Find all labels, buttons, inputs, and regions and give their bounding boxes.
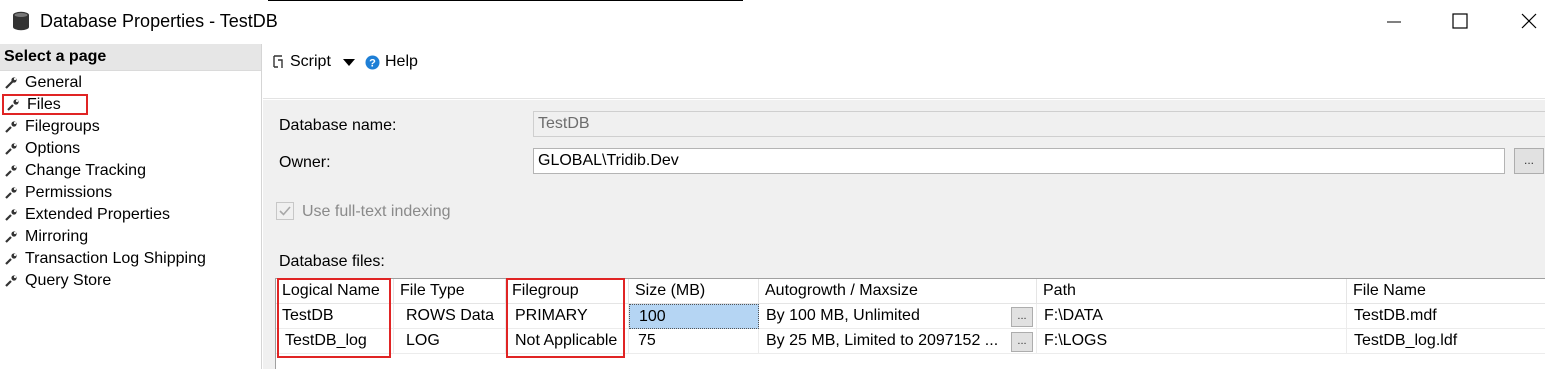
owner-label: Owner:	[279, 154, 331, 171]
page-item-general[interactable]: General	[4, 72, 82, 93]
page-item-label: Options	[25, 139, 81, 157]
page-item-change-tracking[interactable]: Change Tracking	[4, 160, 146, 181]
wrench-icon	[5, 230, 17, 243]
title-bar: Database Properties - TestDB	[0, 0, 1545, 42]
database-files-grid: Logical Name File Type Filegroup Size (M…	[275, 278, 1545, 369]
cell-path[interactable]: F:\LOGS	[1037, 329, 1347, 354]
page-item-extended-properties[interactable]: Extended Properties	[4, 204, 170, 225]
page-selector-pane: Select a page General Files Filegroups O…	[0, 44, 262, 369]
autogrowth-button[interactable]: ...	[1011, 332, 1033, 352]
wrench-icon	[7, 98, 19, 111]
wrench-icon	[5, 120, 17, 133]
highlight-box-filegroup	[506, 278, 625, 358]
page-item-label: Transaction Log Shipping	[25, 249, 206, 267]
page-item-permissions[interactable]: Permissions	[4, 182, 112, 203]
column-header-file-type[interactable]: File Type	[394, 279, 506, 304]
column-header-path[interactable]: Path	[1037, 279, 1347, 304]
page-item-label: Files	[27, 95, 61, 113]
help-label: Help	[385, 53, 418, 70]
page-selector-header: Select a page	[0, 44, 261, 71]
help-button[interactable]: ? Help	[365, 53, 418, 71]
window-title: Database Properties - TestDB	[40, 11, 278, 31]
wrench-icon	[5, 186, 17, 199]
database-name-label: Database name:	[279, 117, 397, 134]
script-icon	[273, 55, 283, 68]
chevron-down-icon[interactable]	[343, 59, 355, 67]
highlight-box-logical-name	[277, 278, 391, 358]
wrench-icon	[5, 76, 17, 89]
page-item-label: Mirroring	[25, 227, 89, 245]
page-item-query-store[interactable]: Query Store	[4, 270, 111, 291]
maximize-icon[interactable]	[1446, 8, 1474, 34]
wrench-icon	[5, 142, 17, 155]
wrench-icon	[5, 252, 17, 265]
cell-autogrowth: By 100 MB, Unlimited	[759, 304, 1037, 329]
cell-path[interactable]: F:\DATA	[1037, 304, 1347, 329]
cell-size[interactable]: 100	[629, 304, 759, 329]
database-files-label: Database files:	[279, 253, 385, 270]
page-item-label: Permissions	[25, 183, 113, 201]
fulltext-checkbox[interactable]	[276, 202, 294, 220]
help-icon: ?	[365, 55, 380, 69]
cell-file-type[interactable]: ROWS Data	[394, 304, 506, 329]
script-button[interactable]: Script	[271, 53, 331, 71]
page-item-label: Change Tracking	[25, 161, 146, 179]
close-icon[interactable]	[1515, 8, 1543, 34]
column-header-autogrowth[interactable]: Autogrowth / Maxsize	[759, 279, 1037, 304]
page-item-options[interactable]: Options	[4, 138, 80, 159]
wrench-icon	[5, 274, 17, 287]
column-header-file-name[interactable]: File Name	[1347, 279, 1545, 304]
checkmark-icon	[279, 206, 291, 216]
column-header-size[interactable]: Size (MB)	[629, 279, 759, 304]
svg-text:?: ?	[369, 57, 376, 69]
cell-autogrowth: By 25 MB, Limited to 2097152 ...	[759, 329, 1037, 354]
page-item-label: Filegroups	[25, 117, 100, 135]
page-selector-title: Select a page	[4, 48, 107, 65]
fulltext-label: Use full-text indexing	[302, 203, 451, 220]
top-divider	[268, 0, 743, 1]
page-item-label: Extended Properties	[25, 205, 170, 223]
minimize-icon[interactable]	[1380, 8, 1408, 34]
wrench-icon	[5, 164, 17, 177]
page-item-filegroups[interactable]: Filegroups	[4, 116, 100, 137]
autogrowth-button[interactable]: ...	[1011, 307, 1033, 327]
cell-file-name[interactable]: TestDB.mdf	[1347, 304, 1545, 329]
page-item-label: General	[25, 73, 82, 91]
page-item-mirroring[interactable]: Mirroring	[4, 226, 88, 247]
database-name-field: TestDB	[533, 111, 1545, 137]
script-label: Script	[290, 53, 331, 70]
wrench-icon	[5, 208, 17, 221]
owner-field[interactable]: GLOBAL\Tridib.Dev	[533, 148, 1505, 174]
page-item-label: Query Store	[25, 271, 112, 289]
database-icon	[13, 11, 29, 31]
page-item-files[interactable]: Files	[2, 94, 88, 115]
page-item-transaction-log-shipping[interactable]: Transaction Log Shipping	[4, 248, 206, 269]
cell-file-name[interactable]: TestDB_log.ldf	[1347, 329, 1545, 354]
cell-file-type[interactable]: LOG	[394, 329, 506, 354]
owner-browse-button[interactable]: ...	[1514, 148, 1544, 174]
toolbar: Script ? Help	[263, 44, 1545, 99]
cell-size[interactable]: 75	[629, 329, 759, 354]
